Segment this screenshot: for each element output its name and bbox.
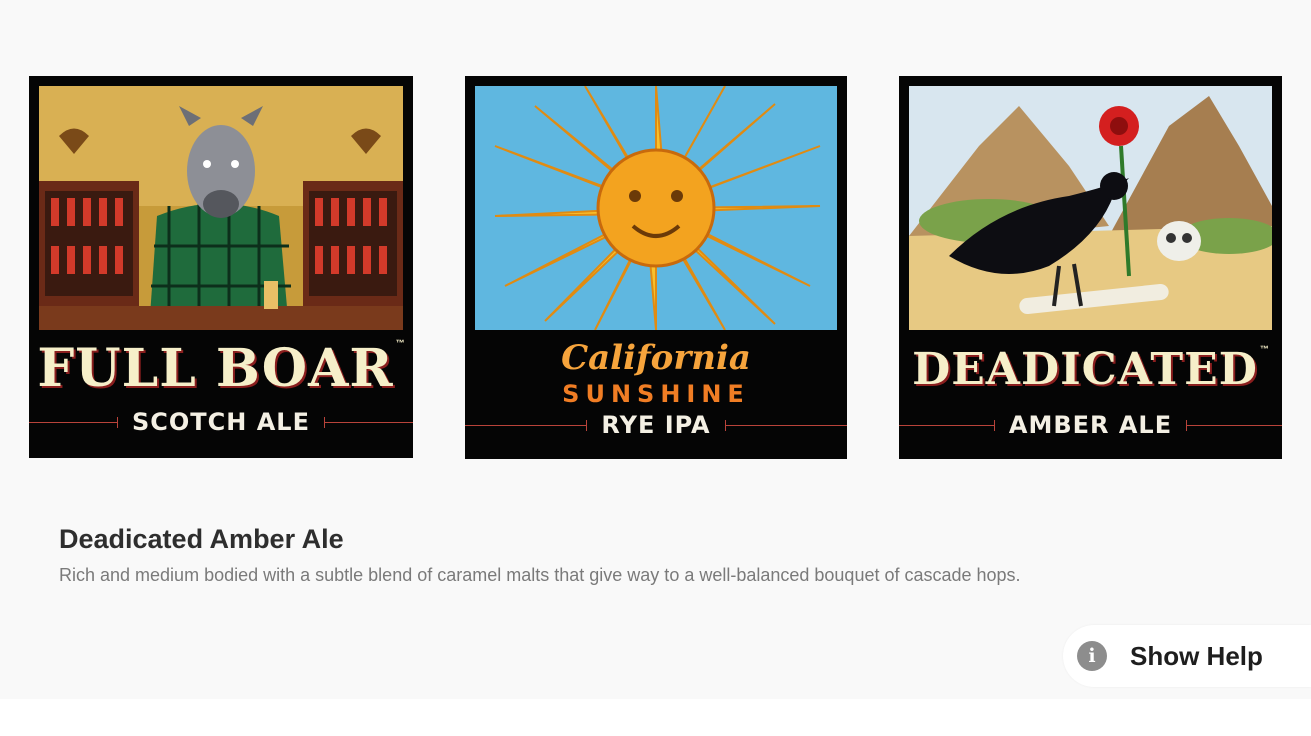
brand-name: FULL BOAR ™: [37, 338, 405, 399]
beer-style-row: SCOTCH ALE: [29, 408, 413, 436]
show-help-button[interactable]: i Show Help: [1063, 625, 1311, 687]
beer-style: RYE IPA: [601, 411, 711, 439]
brand-name-script: California: [561, 338, 751, 378]
beer-style: AMBER ALE: [1008, 411, 1173, 439]
beer-style-row: AMBER ALE: [899, 411, 1282, 439]
divider: [724, 419, 847, 431]
selected-beer-description: Rich and medium bodied with a subtle ble…: [59, 565, 1021, 585]
brand-name: DEADICATED ™: [912, 344, 1269, 395]
beer-style: SCOTCH ALE: [132, 408, 310, 436]
raven-rose-skull-illustration: [909, 86, 1272, 330]
show-help-label: Show Help: [1130, 640, 1263, 671]
divider: [29, 416, 118, 428]
divider: [1186, 419, 1282, 431]
beer-card-california-sunshine[interactable]: California SUNSHINE RYE IPA: [465, 76, 847, 459]
selected-beer-title: Deadicated Amber Ale: [59, 524, 344, 554]
app-stage: FULL BOAR ™ SCOTCH ALE California SUNSHI…: [0, 0, 1311, 699]
beer-card-deadicated[interactable]: DEADICATED ™ AMBER ALE: [899, 76, 1282, 459]
info-icon: i: [1077, 641, 1107, 671]
boar-bartender-illustration: [39, 86, 403, 330]
beer-card-full-boar[interactable]: FULL BOAR ™ SCOTCH ALE: [29, 76, 413, 458]
divider: [324, 416, 413, 428]
divider: [465, 419, 588, 431]
brand-name-caps: SUNSHINE: [562, 380, 750, 408]
sun-face-illustration: [475, 86, 837, 330]
beer-style-row: RYE IPA: [465, 411, 847, 439]
selected-beer-info: Deadicated Amber Ale Rich and medium bod…: [59, 524, 1021, 586]
divider: [899, 419, 995, 431]
